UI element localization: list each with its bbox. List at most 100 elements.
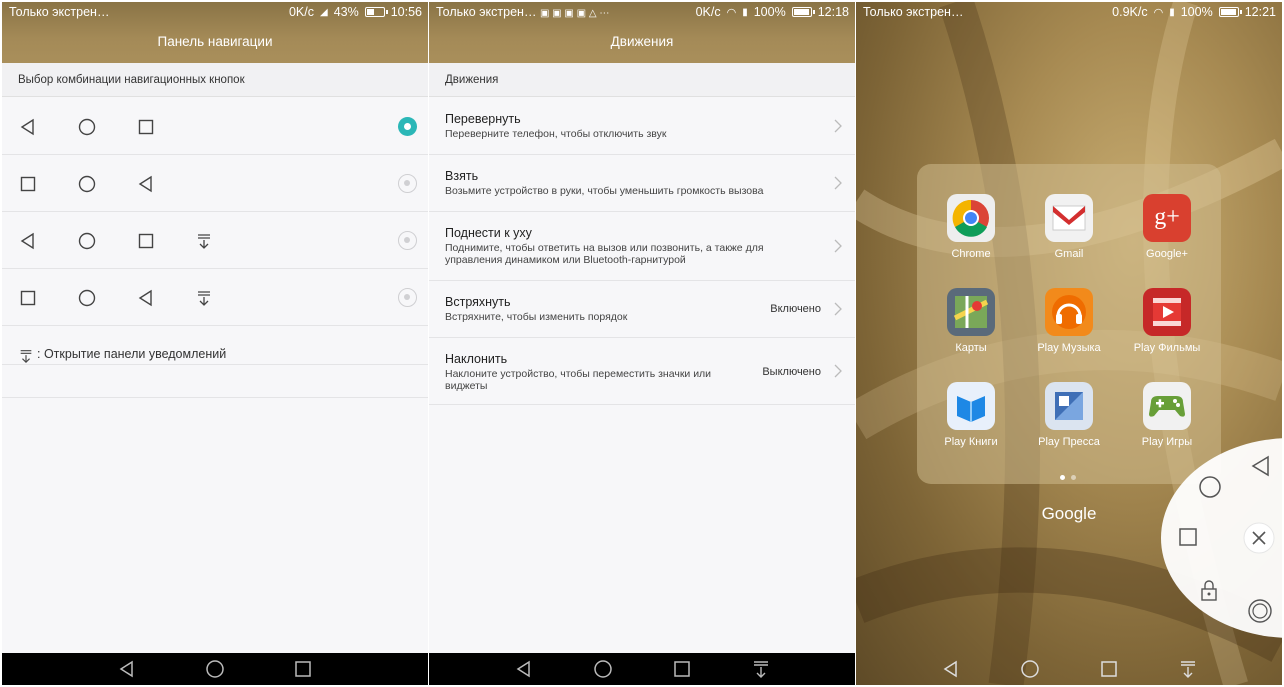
motions-screen: Только экстрен… ▣ ▣ ▣ ▣ △ ⋯ 0K/c ◠ ▮ 100… [429,2,855,685]
recent-icon[interactable] [293,659,313,679]
app-label: Карты [955,342,987,354]
recent-icon[interactable] [1177,526,1199,548]
item-subtitle: Наклоните устройство, чтобы переместить … [445,368,712,392]
motion-item-raise-to-ear[interactable]: Поднести к уху Поднимите, чтобы ответить… [429,212,855,281]
nav-option-2[interactable] [2,155,428,212]
item-title: Наклонить [445,352,508,366]
radio-unselected[interactable] [398,288,417,307]
wifi-icon: ◠ [1153,6,1164,19]
back-icon[interactable] [941,659,961,679]
nav-option-1[interactable] [2,98,428,155]
back-icon [138,289,152,307]
notification-pull-icon[interactable] [751,659,771,679]
item-value: Выключено [762,366,821,378]
app-label: Play Игры [1141,436,1193,448]
app-folder: Chrome Gmail g+ Google+ Карты Play Музык… [917,164,1221,484]
status-bar: Только экстрен… 0K/c ◢ 43% 10:56 [2,2,428,22]
carrier-label: Только экстрен… ▣ ▣ ▣ ▣ △ ⋯ [436,5,610,19]
item-subtitle: Поднимите, чтобы ответить на вызов или п… [445,242,764,266]
motion-item-flip[interactable]: Перевернуть Переверните телефон, чтобы о… [429,98,855,155]
clock: 12:18 [817,5,849,19]
play-books-icon [947,382,995,430]
app-label: Play Музыка [1037,342,1101,354]
back-icon[interactable] [117,659,137,679]
motion-item-pickup[interactable]: Взять Возьмите устройство в руки, чтобы … [429,155,855,212]
radio-unselected[interactable] [398,231,417,250]
app-google-plus[interactable]: g+ Google+ [1122,194,1212,260]
nav-option-4[interactable] [2,269,428,326]
back-icon [20,232,34,250]
screenshot-icon[interactable] [1247,598,1273,624]
chevron-right-icon [834,239,842,253]
recent-icon[interactable] [1099,659,1119,679]
back-icon[interactable] [1249,454,1273,478]
item-subtitle: Переверните телефон, чтобы отключить зву… [445,128,667,140]
battery-icon [791,7,815,17]
battery-percent: 100% [753,5,786,19]
motion-item-tilt[interactable]: Наклонить Наклоните устройство, чтобы пе… [429,338,855,405]
app-label: Chrome [951,248,991,260]
status-bar: Только экстрен… ▣ ▣ ▣ ▣ △ ⋯ 0K/c ◠ ▮ 100… [429,2,855,22]
app-label: Play Фильмы [1133,342,1201,354]
radio-unselected[interactable] [398,174,417,193]
app-play-music[interactable]: Play Музыка [1024,288,1114,354]
navigation-panel-screen: Только экстрен… 0K/c ◢ 43% 10:56 Панель … [2,2,428,685]
lock-icon[interactable] [1197,578,1221,602]
item-title: Перевернуть [445,112,521,126]
item-title: Поднести к уху [445,226,532,240]
carrier-label: Только экстрен… [863,5,964,19]
wifi-icon: ◠ [726,6,737,19]
recent-icon [20,176,36,192]
system-nav-bar [2,653,428,685]
close-icon[interactable] [1243,522,1275,554]
chevron-right-icon [834,364,842,378]
play-games-icon [1143,382,1191,430]
item-title: Встряхнуть [445,295,511,309]
section-header: Выбор комбинации навигационных кнопок [2,63,428,97]
legend-text: : Открытие панели уведомлений [37,347,227,361]
radio-selected[interactable] [398,117,417,136]
system-nav-bar [429,653,855,685]
notification-pull-icon[interactable] [1178,659,1198,679]
recent-icon [138,233,154,249]
home-icon[interactable] [205,659,225,679]
sim-icon: ▮ [742,6,748,18]
notification-icons: ▣ ▣ ▣ ▣ △ ⋯ [539,8,610,19]
back-icon[interactable] [514,659,534,679]
app-play-games[interactable]: Play Игры [1122,382,1212,448]
battery-percent: 100% [1180,5,1213,19]
carrier-label: Только экстрен… [9,5,110,19]
nav-option-3[interactable] [2,212,428,269]
home-icon[interactable] [1020,659,1040,679]
recent-icon[interactable] [672,659,692,679]
status-bar: Только экстрен… 0.9K/c ◠ ▮ 100% 12:21 [856,2,1282,22]
app-label: Gmail [1054,248,1084,260]
clock: 10:56 [390,5,422,19]
page-title: Движения [610,34,674,49]
app-play-books[interactable]: Play Книги [926,382,1016,448]
page-indicator [1057,467,1079,485]
app-chrome[interactable]: Chrome [926,194,1016,260]
page-title: Панель навигации [157,34,273,49]
app-maps[interactable]: Карты [926,288,1016,354]
app-play-movies[interactable]: Play Фильмы [1122,288,1212,354]
home-icon[interactable] [593,659,613,679]
item-value: Включено [770,303,821,315]
maps-icon [947,288,995,336]
app-label: Google+ [1146,248,1188,260]
home-icon [78,289,96,307]
app-label: Play Пресса [1038,436,1100,448]
app-play-newsstand[interactable]: Play Пресса [1024,382,1114,448]
notification-pull-icon [20,350,32,364]
home-icon[interactable] [1198,475,1222,499]
recent-icon [138,119,154,135]
legend: : Открытие панели уведомлений [2,328,428,398]
home-icon [78,175,96,193]
network-speed: 0.9K/c [1112,5,1148,19]
play-newsstand-icon [1045,382,1093,430]
signal-icon: ◢ [319,6,328,18]
app-gmail[interactable]: Gmail [1024,194,1114,260]
home-icon [78,118,96,136]
chevron-right-icon [834,302,842,316]
motion-item-shake[interactable]: Встряхнуть Встряхните, чтобы изменить по… [429,281,855,338]
